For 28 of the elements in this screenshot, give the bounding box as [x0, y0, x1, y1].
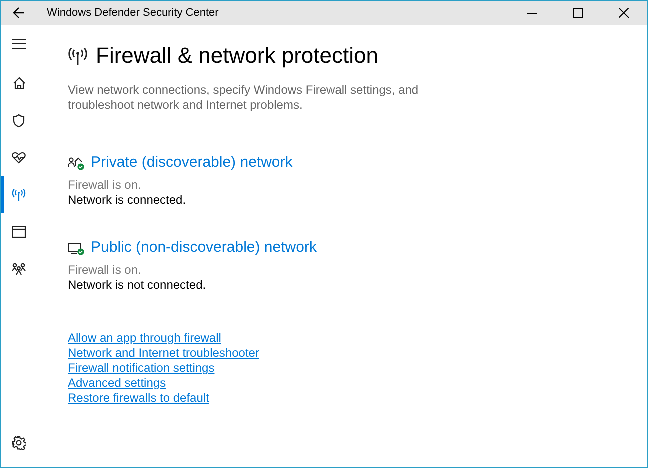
page-title: Firewall & network protection [96, 42, 378, 70]
back-arrow-icon [13, 7, 25, 19]
settings-link[interactable]: Firewall notification settings [68, 361, 215, 376]
menu-icon [12, 38, 26, 50]
firewall-status: Firewall is on. [68, 263, 142, 278]
antenna-icon [12, 188, 26, 200]
antenna-icon [68, 48, 88, 64]
page-description: View network connections, specify Windows Firewall settings, and troubleshoot network and Internet problems. [68, 83, 420, 113]
browser-window-icon [12, 226, 26, 238]
maximize-icon [573, 8, 583, 18]
settings-link[interactable]: Allow an app through firewall [68, 331, 222, 346]
network-link[interactable]: Public (non-discoverable) network [91, 238, 317, 258]
family-icon [12, 262, 26, 274]
people-house-icon [68, 156, 85, 170]
window-title: Windows Defender Security Center [47, 6, 219, 21]
settings-link[interactable]: Network and Internet troubleshooter [68, 346, 260, 361]
settings-icon [12, 436, 26, 450]
close-icon [619, 8, 629, 18]
monitor-icon [68, 240, 85, 256]
settings-link[interactable]: Restore firewalls to default [68, 391, 210, 406]
heart-icon [12, 152, 26, 164]
home-icon [12, 77, 26, 90]
shield-icon [13, 114, 25, 128]
connection-status: Network is connected. [68, 193, 188, 208]
connection-status: Network is not connected. [68, 278, 208, 293]
firewall-status: Firewall is on. [68, 178, 142, 193]
settings-link[interactable]: Advanced settings [68, 376, 166, 391]
network-link[interactable]: Private (discoverable) network [91, 153, 293, 173]
